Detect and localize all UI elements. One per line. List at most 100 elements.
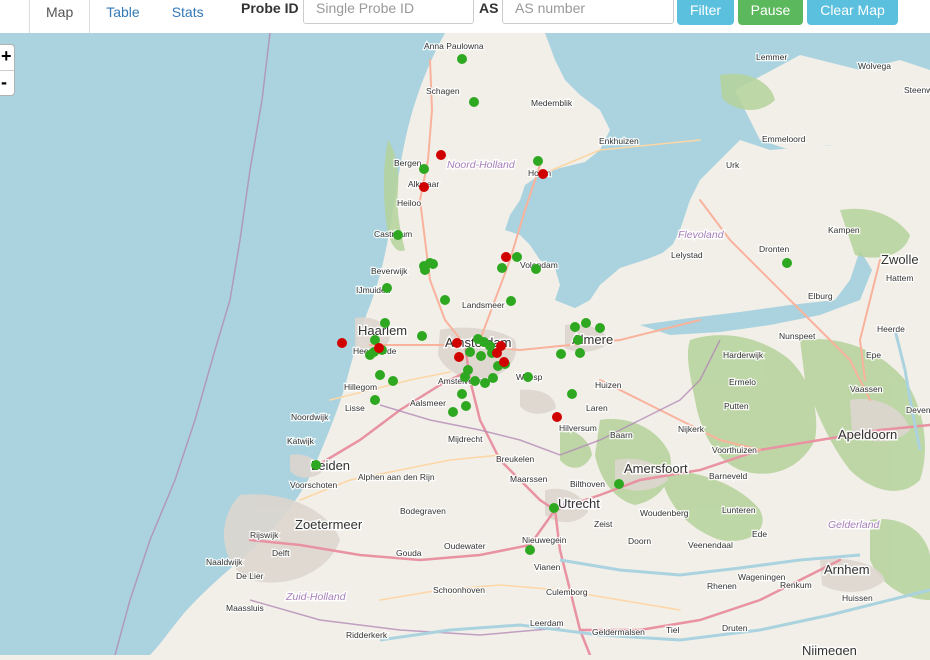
pause-button[interactable]: Pause xyxy=(738,0,803,25)
probe-marker-down[interactable] xyxy=(419,182,429,192)
probe-marker-up[interactable] xyxy=(488,373,498,383)
region-label: Flevoland xyxy=(678,229,725,241)
probe-marker-down[interactable] xyxy=(374,343,384,353)
probe-marker-up[interactable] xyxy=(531,264,541,274)
probe-marker-up[interactable] xyxy=(570,322,580,332)
probe-marker-up[interactable] xyxy=(375,370,385,380)
probe-marker-up[interactable] xyxy=(614,479,624,489)
clear-map-button[interactable]: Clear Map xyxy=(807,0,898,25)
probe-marker-up[interactable] xyxy=(469,97,479,107)
probe-marker-up[interactable] xyxy=(782,258,792,268)
probe-marker-up[interactable] xyxy=(457,389,467,399)
city-label: Amersfoort xyxy=(624,461,688,476)
tab-stats[interactable]: Stats xyxy=(156,0,220,33)
place-label: Vianen xyxy=(534,562,561,572)
probe-marker-up[interactable] xyxy=(506,296,516,306)
place-label: Geldermalsen xyxy=(592,627,645,637)
place-label: Noordwijk xyxy=(291,412,329,422)
probe-marker-up[interactable] xyxy=(370,395,380,405)
place-label: Woudenberg xyxy=(640,508,689,518)
place-label: Laren xyxy=(586,403,608,413)
place-label: Urk xyxy=(726,160,740,170)
place-label: Nunspeet xyxy=(779,331,816,341)
probe-id-input[interactable] xyxy=(303,0,474,24)
place-label: Bergen xyxy=(394,158,422,168)
probe-marker-up[interactable] xyxy=(419,261,429,271)
place-label: Aalsmeer xyxy=(410,398,446,408)
place-label: Maassluis xyxy=(226,603,264,613)
probe-marker-up[interactable] xyxy=(567,389,577,399)
probe-marker-up[interactable] xyxy=(476,351,486,361)
probe-marker-down[interactable] xyxy=(436,150,446,160)
probe-marker-up[interactable] xyxy=(440,295,450,305)
place-label: Voorthuizen xyxy=(712,445,757,455)
place-label: Landsmeer xyxy=(462,300,505,310)
probe-marker-up[interactable] xyxy=(311,460,321,470)
probe-marker-up[interactable] xyxy=(549,503,559,513)
probe-marker-up[interactable] xyxy=(417,331,427,341)
place-label: Heerde xyxy=(877,324,905,334)
probe-marker-up[interactable] xyxy=(581,318,591,328)
place-label: Barneveld xyxy=(709,471,748,481)
place-label: Gouda xyxy=(396,548,422,558)
region-label: Zuid-Holland xyxy=(285,591,347,603)
place-label: Bodegraven xyxy=(400,506,446,516)
probe-marker-up[interactable] xyxy=(575,348,585,358)
probe-marker-up[interactable] xyxy=(556,349,566,359)
probe-marker-down[interactable] xyxy=(501,252,511,262)
probe-marker-up[interactable] xyxy=(419,164,429,174)
probe-marker-up[interactable] xyxy=(512,252,522,262)
place-label: Katwijk xyxy=(287,436,315,446)
filter-button[interactable]: Filter xyxy=(677,0,734,25)
place-label: Wolvega xyxy=(858,61,891,71)
place-label: Rijswijk xyxy=(250,530,279,540)
place-label: Hilversum xyxy=(559,423,597,433)
probe-marker-down[interactable] xyxy=(454,352,464,362)
probe-marker-up[interactable] xyxy=(523,372,533,382)
basemap[interactable]: Noord-Holland Flevoland Utrecht Gelderland Z… xyxy=(0,0,930,660)
place-label: Huissen xyxy=(842,593,873,603)
as-number-input[interactable] xyxy=(502,0,674,24)
probe-marker-down[interactable] xyxy=(499,357,509,367)
probe-marker-up[interactable] xyxy=(533,156,543,166)
zoom-control: + - xyxy=(0,44,15,96)
probe-marker-up[interactable] xyxy=(465,347,475,357)
probe-marker-down[interactable] xyxy=(452,338,462,348)
probe-marker-up[interactable] xyxy=(365,350,375,360)
tab-map[interactable]: Map xyxy=(29,0,91,33)
zoom-out-button[interactable]: - xyxy=(0,70,14,95)
place-label: Wageningen xyxy=(738,572,786,582)
place-label: Elburg xyxy=(808,291,833,301)
place-label: Ermelo xyxy=(729,377,756,387)
probe-marker-down[interactable] xyxy=(337,338,347,348)
map-canvas[interactable]: Noord-Holland Flevoland Utrecht Gelderland Z… xyxy=(0,0,930,660)
place-label: Enkhuizen xyxy=(599,136,639,146)
place-label: Maarssen xyxy=(510,474,548,484)
probe-marker-up[interactable] xyxy=(525,545,535,555)
probe-marker-down[interactable] xyxy=(496,341,506,351)
probe-marker-up[interactable] xyxy=(380,318,390,328)
zoom-in-button[interactable]: + xyxy=(0,45,14,70)
place-label: Bilthoven xyxy=(570,479,605,489)
place-label: Lisse xyxy=(345,403,365,413)
probe-marker-up[interactable] xyxy=(461,401,471,411)
probe-marker-up[interactable] xyxy=(470,376,480,386)
probe-marker-up[interactable] xyxy=(448,407,458,417)
probe-marker-up[interactable] xyxy=(457,54,467,64)
probe-marker-up[interactable] xyxy=(388,376,398,386)
probe-marker-up[interactable] xyxy=(393,230,403,240)
probe-marker-up[interactable] xyxy=(460,372,470,382)
probe-marker-up[interactable] xyxy=(428,259,438,269)
place-label: Hattem xyxy=(886,273,913,283)
probe-marker-up[interactable] xyxy=(573,335,583,345)
probe-marker-up[interactable] xyxy=(497,263,507,273)
probe-marker-up[interactable] xyxy=(595,323,605,333)
place-label: Delft xyxy=(272,548,290,558)
place-label: Epe xyxy=(866,350,881,360)
place-label: Baarn xyxy=(610,430,633,440)
probe-marker-down[interactable] xyxy=(538,169,548,179)
probe-marker-up[interactable] xyxy=(382,283,392,293)
city-label: Zoetermeer xyxy=(295,517,363,532)
probe-marker-down[interactable] xyxy=(552,412,562,422)
tab-table[interactable]: Table xyxy=(90,0,155,33)
